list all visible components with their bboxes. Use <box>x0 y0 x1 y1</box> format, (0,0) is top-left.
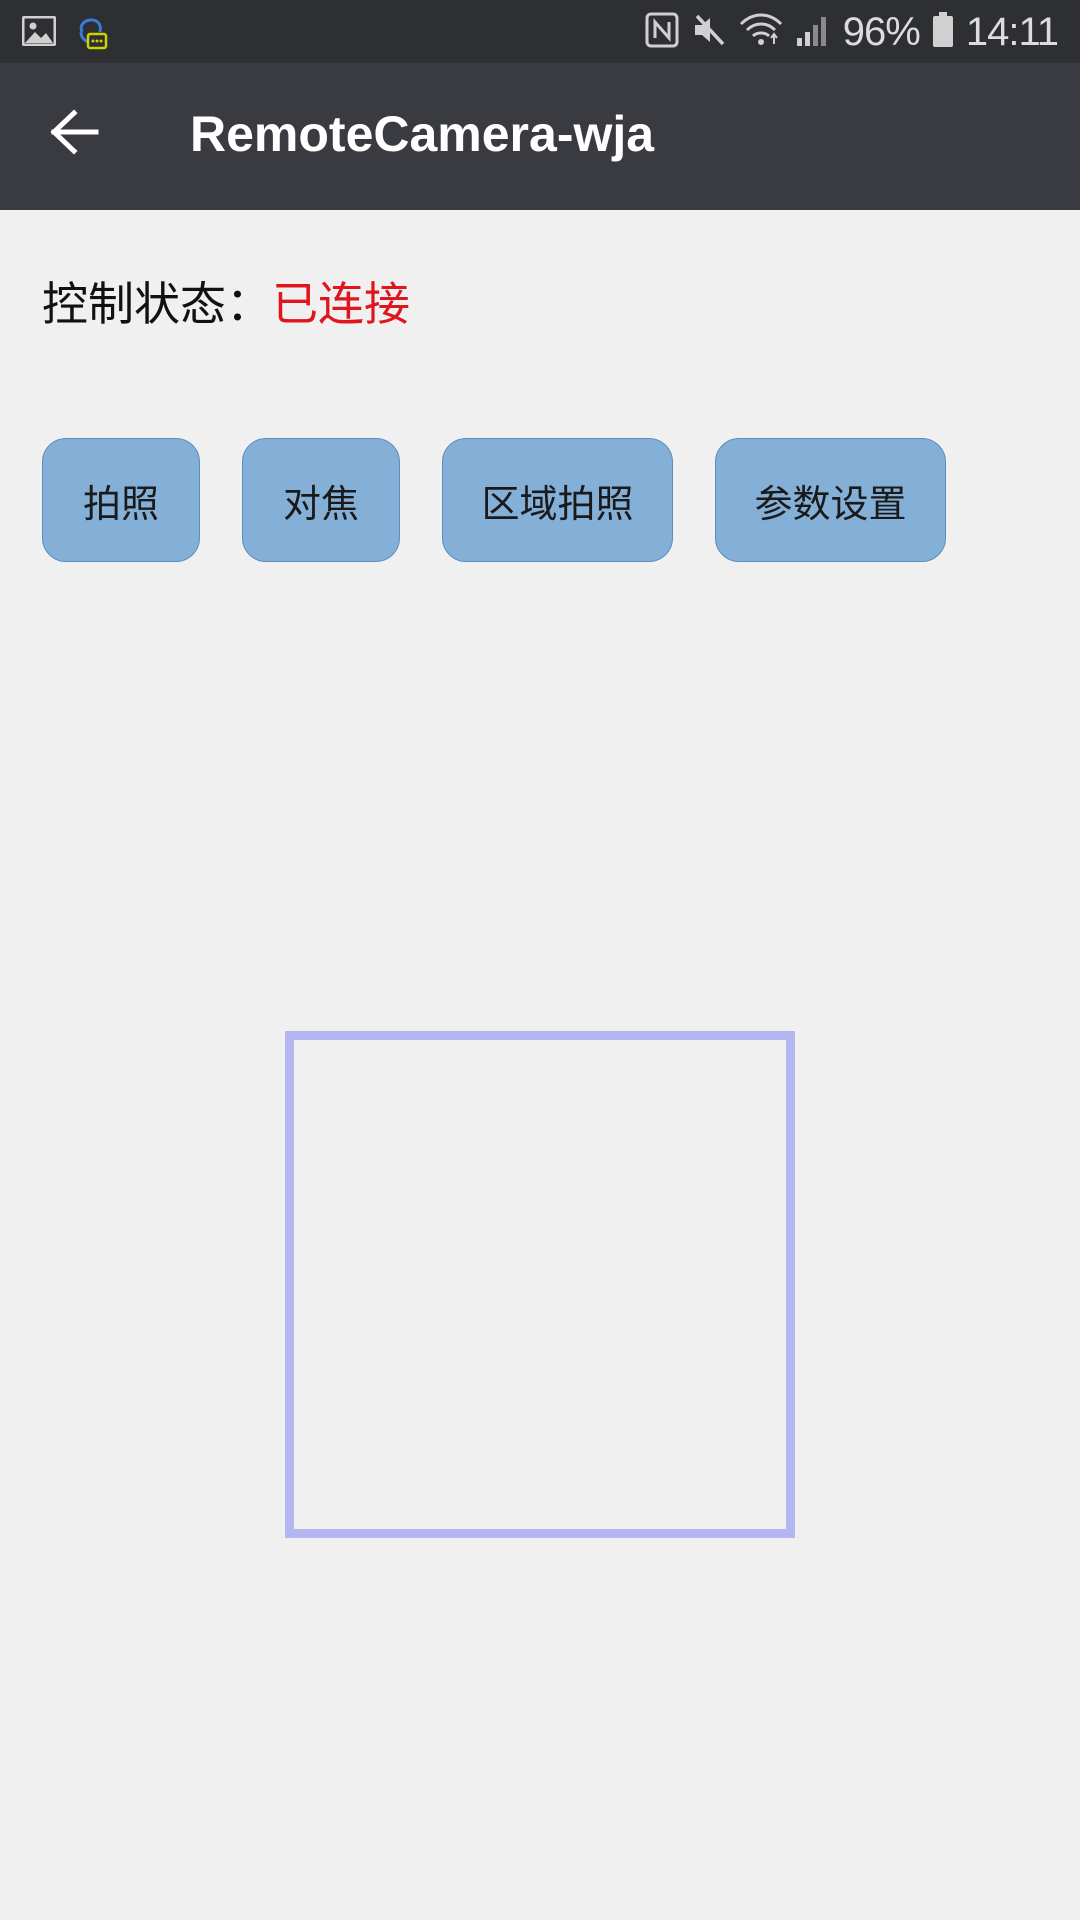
action-buttons: 拍照 对焦 区域拍照 参数设置 <box>0 438 1080 564</box>
control-status: 控制状态：已连接 <box>42 268 410 334</box>
gallery-icon <box>21 15 57 50</box>
settings-button[interactable]: 参数设置 <box>715 438 946 562</box>
control-status-value: 已连接 <box>272 277 410 331</box>
take-photo-button[interactable]: 拍照 <box>42 438 200 562</box>
control-status-label: 控制状态： <box>42 277 272 331</box>
status-bar: 96% 14:11 <box>0 0 1080 63</box>
status-right-icons: 96% 14:11 <box>645 6 1059 58</box>
mute-icon <box>691 12 727 52</box>
focus-button[interactable]: 对焦 <box>242 438 400 562</box>
capture-area-frame[interactable] <box>285 1031 795 1538</box>
battery-percent: 96% <box>842 9 921 54</box>
area-photo-button[interactable]: 区域拍照 <box>442 438 673 562</box>
chat-bot-icon <box>74 12 108 54</box>
nfc-icon <box>645 12 679 52</box>
back-button[interactable] <box>40 99 110 169</box>
arrow-left-icon <box>50 109 100 159</box>
app-bar: RemoteCamera-wja <box>0 63 1080 210</box>
clock: 14:11 <box>965 9 1059 54</box>
status-left-icons <box>21 12 108 54</box>
app-title: RemoteCamera-wja <box>190 106 655 162</box>
wifi-icon <box>739 12 783 52</box>
signal-icon <box>795 12 831 52</box>
battery-icon <box>932 12 954 52</box>
